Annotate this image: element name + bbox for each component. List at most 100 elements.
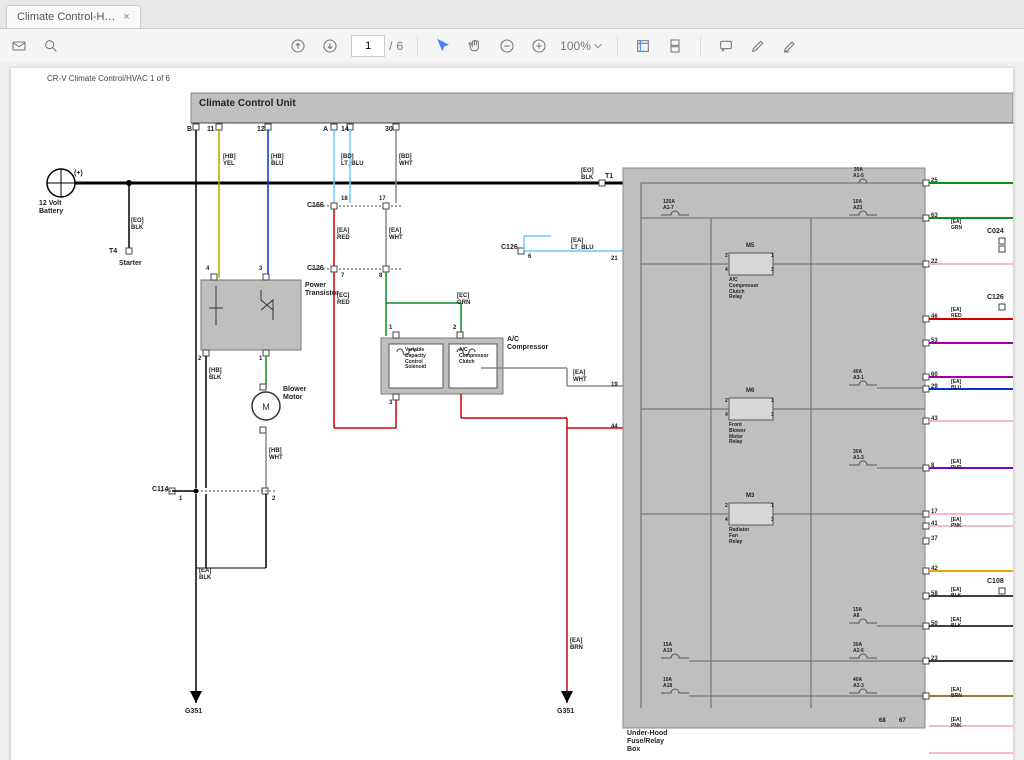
wc-blk-50: [EA] BLK <box>951 618 961 630</box>
blower-label: Blower Motor <box>283 386 306 402</box>
zoom-out-icon[interactable] <box>496 35 518 57</box>
wire-hb-blu: [HB] BLU <box>271 154 284 168</box>
fuse-a8: 15A A8 <box>853 608 862 620</box>
wire-ea-wht2: [EA] WHT <box>573 370 587 384</box>
mail-icon[interactable] <box>8 35 30 57</box>
page-1: CR-V Climate Control/HVAC 1 of 6 <box>11 68 1013 760</box>
t1-label: T1 <box>605 173 613 181</box>
ccu-pin-30: 30 <box>385 126 393 134</box>
rp-42: 42 <box>931 566 938 573</box>
c166-p18: 18 <box>341 196 348 203</box>
m6-p4: 4 <box>725 413 728 419</box>
c114-label: C114 <box>152 486 168 494</box>
wc-blu-29: [EA] BLU <box>951 380 961 392</box>
ccu-pin-B: B <box>187 126 192 134</box>
download-page-icon[interactable] <box>319 35 341 57</box>
pen-icon[interactable] <box>747 35 769 57</box>
m3-p2: 2 <box>725 504 728 510</box>
rp-67: 67 <box>899 718 906 725</box>
svg-text:M: M <box>262 402 270 412</box>
c126-r-label: C126 <box>987 294 1004 302</box>
wire-hb-blk: [HB] BLK <box>209 368 222 382</box>
c024-label: C024 <box>987 228 1004 236</box>
ccu-pin-A: A <box>323 126 328 134</box>
relay-m6-id: M6 <box>746 388 754 395</box>
m6-p1: 1 <box>771 399 774 405</box>
rp-22: 22 <box>931 259 938 266</box>
scroll-mode-icon[interactable] <box>664 35 686 57</box>
wc-pnk-41: [EA] PNK <box>951 518 962 530</box>
starter-pin: T4 <box>109 248 117 256</box>
viewer[interactable]: CR-V Climate Control/HVAC 1 of 6 <box>0 62 1024 760</box>
m5-p1: 1 <box>771 254 774 260</box>
wire-ea-ltblu: [EA] LT_BLU <box>571 238 594 252</box>
ac-t2: 2 <box>453 325 456 332</box>
zoom-in-icon[interactable] <box>528 35 550 57</box>
wire-eo-blk-t1: [EO] BLK <box>581 168 594 182</box>
battery-plus: (+) <box>74 170 83 178</box>
relay-m3-name: Radiator Fan Relay <box>729 528 749 545</box>
uh-p21: 21 <box>611 256 618 263</box>
g351-left: G351 <box>185 708 202 716</box>
m6-p3: 3 <box>771 413 774 419</box>
wire-ec-red: [EC] RED <box>337 293 350 307</box>
wc-pur-8: [EA] PUR <box>951 460 962 472</box>
comment-icon[interactable] <box>715 35 737 57</box>
wire-bd-ltblu: [BD] LT_BLU <box>341 154 364 168</box>
upload-page-icon[interactable] <box>287 35 309 57</box>
rp-41: 41 <box>931 521 938 528</box>
zoom-level[interactable]: 100% <box>560 39 603 53</box>
ccu-pin-14: 14 <box>341 126 349 134</box>
wc-brn-23: [EA] BRN <box>951 688 962 700</box>
wc-grn-63: [EA] GRN <box>951 220 962 232</box>
rp-29: 29 <box>931 384 938 391</box>
fuse-a2-6: 30A A2-6 <box>853 643 864 655</box>
zoom-value: 100% <box>560 39 591 53</box>
fuse-a1-3: 30A A1-3 <box>853 450 864 462</box>
wc-pnk-67: [EA] PNK <box>951 718 962 730</box>
pt-t3: 3 <box>259 266 262 273</box>
ac-b3: 3 <box>389 400 392 407</box>
fit-page-icon[interactable] <box>632 35 654 57</box>
hand-icon[interactable] <box>464 35 486 57</box>
relay-m5-id: M5 <box>746 243 754 250</box>
c126-p6: 6 <box>528 254 531 261</box>
close-icon[interactable]: × <box>123 11 129 23</box>
pt-t4: 4 <box>206 266 209 273</box>
wc-red-46: [EA] RED <box>951 308 962 320</box>
m3-p1: 1 <box>771 504 774 510</box>
fuse-a2-3: 40A A2-3 <box>853 678 864 690</box>
climate-unit-label: Climate Control Unit <box>199 98 296 110</box>
wire-hb-yel: [HB] YEL <box>223 154 236 168</box>
page-sep: / <box>389 39 392 53</box>
highlight-icon[interactable] <box>779 35 801 57</box>
search-icon[interactable] <box>40 35 62 57</box>
fuse-a1-5: 30A A1-5 <box>853 168 864 180</box>
g351-right: G351 <box>557 708 574 716</box>
m5-p4: 4 <box>725 268 728 274</box>
tab-bar: Climate Control-H… × <box>0 0 1024 29</box>
rp-58: 58 <box>931 591 938 598</box>
fuse-a19: 15A A19 <box>663 643 672 655</box>
page-total: 6 <box>396 39 403 53</box>
c126-6-label: C126 <box>501 244 518 252</box>
rp-60: 60 <box>931 372 938 379</box>
starter-label: Starter <box>119 260 142 268</box>
wire-ea-blk: [EA] BLK <box>199 568 211 582</box>
toolbar: / 6 100% <box>0 29 1024 64</box>
rp-17: 17 <box>931 509 938 516</box>
relay-m6-name: Front Blower Motor Relay <box>729 423 746 446</box>
c126-label: C126 <box>307 265 324 273</box>
rp-43: 43 <box>931 416 938 423</box>
m6-p2: 2 <box>725 399 728 405</box>
underhood-label: Under-Hood Fuse/Relay Box <box>627 730 667 754</box>
ac-t1: 1 <box>389 325 392 332</box>
wire-hb-wht: [HB] WHT <box>269 448 283 462</box>
page-indicator: / 6 <box>351 35 403 57</box>
page-current-input[interactable] <box>351 35 385 57</box>
pointer-icon[interactable] <box>432 35 454 57</box>
document-tab[interactable]: Climate Control-H… × <box>6 5 141 28</box>
rp-46: 46 <box>931 314 938 321</box>
rp-8: 8 <box>931 463 934 470</box>
fuse-a1-7: 125A A1-7 <box>663 200 675 212</box>
